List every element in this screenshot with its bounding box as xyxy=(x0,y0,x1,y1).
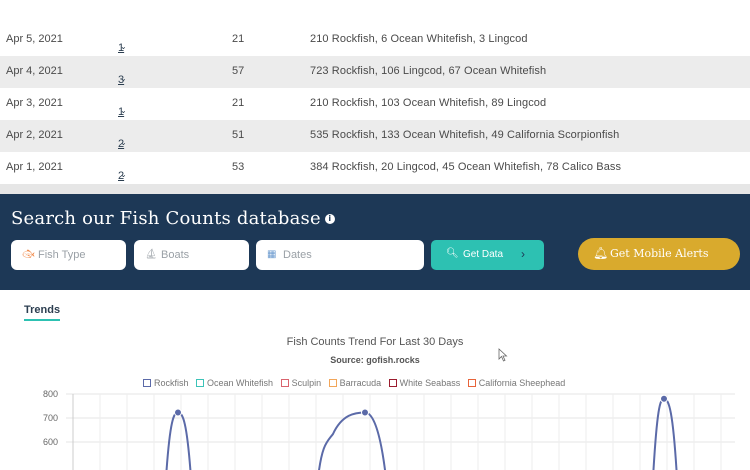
table-row: Apr 3, 2021 1 ⌄ 21 210 Rockfish, 103 Ocea… xyxy=(0,88,750,120)
legend-swatch xyxy=(280,379,289,387)
boat-icon: ⛵︎ xyxy=(145,249,158,260)
row-date: Apr 5, 2021 xyxy=(6,33,63,45)
legend-item[interactable]: California Sheephead xyxy=(467,378,566,388)
legend-swatch xyxy=(388,379,397,387)
chart-title: Fish Counts Trend For Last 30 Days xyxy=(286,336,464,348)
table-row: Apr 5, 2021 1 ⌄ 21 210 Rockfish, 6 Ocean … xyxy=(0,24,750,56)
trends-section: Trends Fish Counts Trend For Last 30 Day… xyxy=(0,290,750,470)
fish-counts-table: Apr 5, 2021 1 ⌄ 21 210 Rockfish, 6 Ocean … xyxy=(0,24,750,184)
bell-icon: 🔔︎ xyxy=(593,246,609,260)
row-anglers: 21 xyxy=(232,33,245,45)
legend-item[interactable]: Sculpin xyxy=(280,378,322,388)
chevron-right-icon: › xyxy=(521,247,525,261)
dates-input[interactable]: ▦ Dates xyxy=(256,240,424,270)
data-point-rockfish xyxy=(660,394,668,403)
get-mobile-alerts-label[interactable]: Get Mobile Alerts xyxy=(610,247,708,260)
fish-type-select[interactable]: 🐟︎ Fish Type xyxy=(11,240,126,270)
row-anglers: 53 xyxy=(232,161,245,173)
data-point-rockfish xyxy=(361,408,369,417)
fish-icon: 🐟︎ xyxy=(22,249,35,260)
boats-placeholder[interactable]: Boats xyxy=(161,249,189,261)
boats-select[interactable]: ⛵︎ Boats xyxy=(134,240,249,270)
mouse-cursor-icon xyxy=(498,348,508,362)
search-icon: 🔍︎ xyxy=(446,248,459,259)
legend-item[interactable]: Ocean Whitefish xyxy=(196,378,273,388)
info-icon[interactable]: i xyxy=(324,214,335,224)
legend-swatch xyxy=(328,379,337,387)
legend-label[interactable]: White Seabass xyxy=(400,378,461,388)
y-tick-label: 700 xyxy=(43,413,58,423)
legend-label[interactable]: Sculpin xyxy=(292,378,322,388)
legend-item[interactable]: Barracuda xyxy=(328,378,382,388)
row-fish-summary: 384 Rockfish, 20 Lingcod, 45 Ocean White… xyxy=(310,161,622,173)
row-date: Apr 3, 2021 xyxy=(6,97,63,109)
row-date: Apr 4, 2021 xyxy=(6,65,63,77)
chevron-down-icon[interactable]: ⌄ xyxy=(120,138,127,147)
y-tick-label: 600 xyxy=(43,437,58,447)
row-fish-summary: 535 Rockfish, 133 Ocean Whitefish, 49 Ca… xyxy=(310,129,620,141)
legend-label[interactable]: Barracuda xyxy=(340,378,382,388)
tab-trends[interactable]: Trends xyxy=(24,304,61,321)
legend-label[interactable]: Ocean Whitefish xyxy=(207,378,273,388)
chart-subtitle: Source: gofish.rocks xyxy=(330,355,420,365)
row-fish-summary: 723 Rockfish, 106 Lingcod, 67 Ocean Whit… xyxy=(310,65,547,77)
row-anglers: 51 xyxy=(232,129,245,141)
legend-label[interactable]: California Sheephead xyxy=(479,378,566,388)
legend-swatch xyxy=(467,379,476,387)
chevron-down-icon[interactable]: ⌄ xyxy=(120,106,127,115)
get-mobile-alerts-button[interactable]: 🔔︎ Get Mobile Alerts xyxy=(578,238,740,270)
table-row: Apr 4, 2021 3 ⌄ 57 723 Rockfish, 106 Ling… xyxy=(0,56,750,88)
search-title: Search our Fish Counts database i xyxy=(11,208,335,229)
data-point-rockfish xyxy=(174,408,182,417)
table-row: Apr 1, 2021 2 ⌄ 53 384 Rockfish, 20 Lingc… xyxy=(0,152,750,184)
get-data-label[interactable]: Get Data xyxy=(463,249,503,260)
trend-chart: 800 700 600 xyxy=(43,389,735,470)
legend-label[interactable]: Rockfish xyxy=(154,378,189,388)
series-line-rockfish xyxy=(165,397,678,470)
row-anglers: 57 xyxy=(232,65,245,77)
legend-item[interactable]: Rockfish xyxy=(143,378,189,388)
chevron-down-icon[interactable]: ⌄ xyxy=(120,74,127,83)
top-strip xyxy=(0,0,750,24)
legend-item[interactable]: White Seabass xyxy=(388,378,461,388)
row-date: Apr 2, 2021 xyxy=(6,129,63,141)
fish-type-placeholder[interactable]: Fish Type xyxy=(38,249,86,261)
dates-placeholder[interactable]: Dates xyxy=(283,249,312,261)
row-fish-summary: 210 Rockfish, 103 Ocean Whitefish, 89 Li… xyxy=(310,97,547,109)
search-title-text: Search our Fish Counts database xyxy=(11,208,321,229)
table-row: Apr 2, 2021 2 ⌄ 51 535 Rockfish, 133 Ocea… xyxy=(0,120,750,152)
section-divider xyxy=(0,184,750,194)
legend-swatch xyxy=(143,379,151,387)
legend-swatch xyxy=(196,379,205,387)
get-data-button[interactable]: 🔍︎ Get Data › xyxy=(431,240,544,270)
chevron-down-icon[interactable]: ⌄ xyxy=(120,170,127,179)
calendar-icon: ▦ xyxy=(267,249,277,260)
y-tick-label: 800 xyxy=(43,389,58,399)
row-date: Apr 1, 2021 xyxy=(6,161,63,173)
chevron-down-icon[interactable]: ⌄ xyxy=(120,42,127,51)
chart-legend: Rockfish Ocean Whitefish Sculpin Barracu… xyxy=(143,378,570,388)
search-panel: Search our Fish Counts database i 🐟︎ Fish… xyxy=(0,194,750,290)
row-fish-summary: 210 Rockfish, 6 Ocean Whitefish, 3 Lingc… xyxy=(310,33,528,45)
row-anglers: 21 xyxy=(232,97,245,109)
